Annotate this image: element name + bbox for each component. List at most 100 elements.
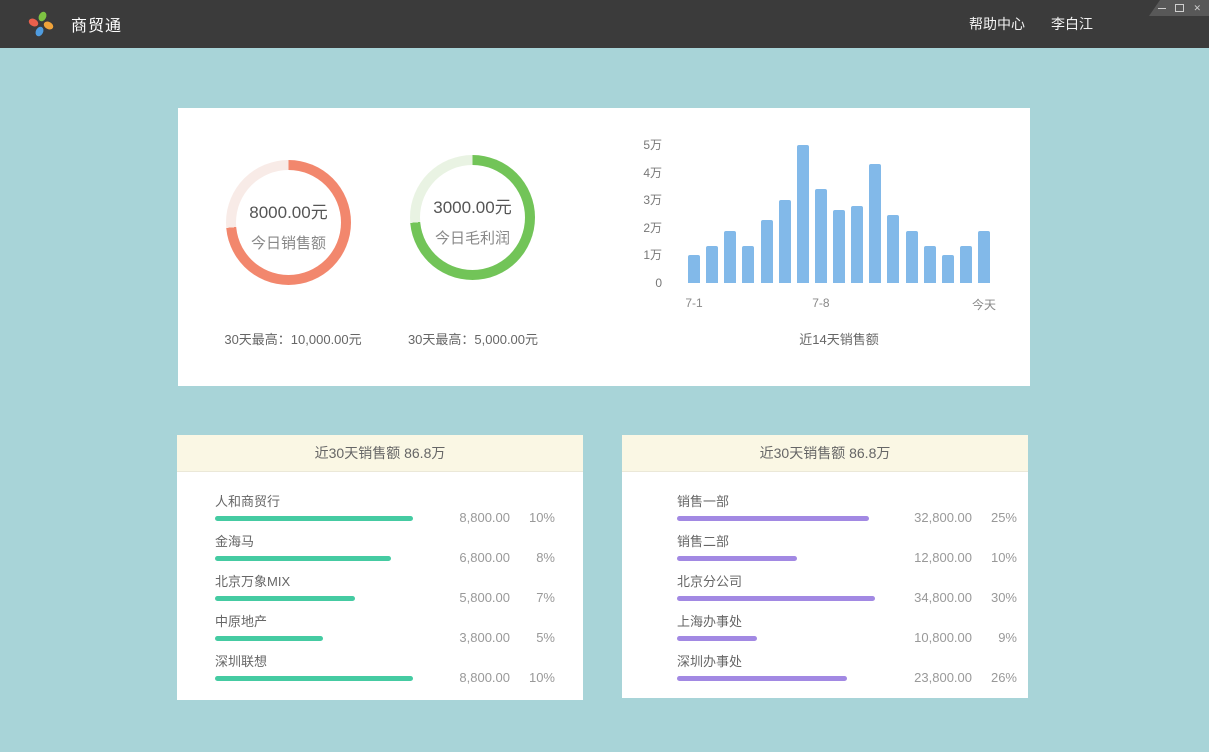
row-amount: 34,800.00 <box>877 590 972 605</box>
row-progress-bar <box>677 636 757 641</box>
x-axis-tick: 7-8 <box>812 296 829 310</box>
help-center-link[interactable]: 帮助中心 <box>969 14 1025 34</box>
user-menu[interactable]: 李白江 <box>1051 14 1093 34</box>
y-axis-tick: 1万 <box>643 249 662 261</box>
row-percent: 5% <box>510 630 555 645</box>
sales-by-customer-panel: 近30天销售额 86.8万 人和商贸行8,800.0010%金海马6,800.0… <box>177 435 583 700</box>
sales-14d-bar-chart: 5万 4万 3万 2万 1万 0 7-1 7-8 今天 近14天销售额 <box>608 138 1018 378</box>
row-percent: 30% <box>972 590 1017 605</box>
row-progress-bar <box>215 556 391 561</box>
row-name: 深圳联想 <box>215 654 415 670</box>
minimize-button[interactable] <box>1158 8 1166 9</box>
panel-row: 北京分公司34,800.0030% <box>622 574 1028 601</box>
panel-row: 人和商贸行8,800.0010% <box>177 494 583 521</box>
overview-card: 8000.00元 今日销售额 3000.00元 今日毛利润 30天最高：10,0… <box>178 108 1030 386</box>
bar-day-5 <box>761 220 773 284</box>
panel-header: 近30天销售额 86.8万 <box>177 435 583 472</box>
donut-label: 今日销售额 <box>251 232 326 253</box>
bar-day-1: 7-1 <box>688 255 700 283</box>
row-name: 金海马 <box>215 534 415 550</box>
row-progress-bar <box>677 516 869 521</box>
x-axis-tick: 7-1 <box>685 296 702 310</box>
donut-value: 8000.00元 <box>249 198 327 223</box>
titlebar-menu: 帮助中心 李白江 <box>969 0 1093 48</box>
y-axis-tick: 3万 <box>643 194 662 206</box>
bar-day-15 <box>942 255 954 283</box>
y-axis-tick: 4万 <box>643 167 662 179</box>
panel-row: 深圳办事处23,800.0026% <box>622 654 1028 681</box>
app-window: 商贸通 帮助中心 李白江 ✕ 8000.00元 今日销售额 3000.00元 今… <box>0 0 1209 752</box>
bar-day-2 <box>706 246 718 283</box>
row-amount: 8,800.00 <box>415 510 510 525</box>
bar-day-14 <box>924 246 936 283</box>
window-controls: ✕ <box>1149 0 1209 16</box>
bar-day-17: 今天 <box>978 231 990 283</box>
bar-day-13 <box>906 231 918 283</box>
row-name: 北京万象MIX <box>215 574 415 590</box>
bar-day-3 <box>724 231 736 283</box>
bar-chart-title: 近14天销售额 <box>688 329 990 348</box>
row-amount: 23,800.00 <box>877 670 972 685</box>
row-name: 上海办事处 <box>677 614 877 630</box>
panel-rows: 人和商贸行8,800.0010% 金海马6,800.008% 北京万象MIX5,80… <box>177 472 583 681</box>
donut-footnote-profit-max: 30天最高：5,000.00元 <box>358 329 588 348</box>
y-axis-tick: 2万 <box>643 222 662 234</box>
close-button[interactable]: ✕ <box>1193 4 1201 13</box>
bar-day-4 <box>742 246 754 283</box>
y-axis-tick: 5万 <box>643 139 662 151</box>
bar-day-16 <box>960 246 972 283</box>
row-progress-bar <box>677 556 797 561</box>
bar-day-8: 7-8 <box>815 189 827 283</box>
row-percent: 10% <box>972 550 1017 565</box>
row-name: 中原地产 <box>215 614 415 630</box>
row-amount: 10,800.00 <box>877 630 972 645</box>
y-axis-tick: 0 <box>655 277 662 289</box>
row-progress-bar <box>215 516 413 521</box>
row-name: 销售二部 <box>677 534 877 550</box>
panel-row: 深圳联想8,800.0010% <box>177 654 583 681</box>
row-progress-bar <box>215 636 323 641</box>
row-progress-bar <box>215 596 355 601</box>
panel-row: 上海办事处10,800.009% <box>622 614 1028 641</box>
x-axis-tick: 今天 <box>972 296 996 313</box>
sales-by-department-panel: 近30天销售额 86.8万 销售一部32,800.0025% 销售二部12,800… <box>622 435 1028 698</box>
donut-value: 3000.00元 <box>433 193 511 218</box>
row-amount: 6,800.00 <box>415 550 510 565</box>
panel-header: 近30天销售额 86.8万 <box>622 435 1028 472</box>
row-percent: 25% <box>972 510 1017 525</box>
row-name: 销售一部 <box>677 494 877 510</box>
row-progress-bar <box>677 596 875 601</box>
row-amount: 12,800.00 <box>877 550 972 565</box>
bar-day-11 <box>869 164 881 283</box>
bar-day-9 <box>833 210 845 283</box>
row-percent: 7% <box>510 590 555 605</box>
row-percent: 9% <box>972 630 1017 645</box>
row-amount: 3,800.00 <box>415 630 510 645</box>
row-name: 深圳办事处 <box>677 654 877 670</box>
donut-label: 今日毛利润 <box>435 227 510 248</box>
row-name: 人和商贸行 <box>215 494 415 510</box>
donut-chart-today-sales: 8000.00元 今日销售额 <box>226 160 351 285</box>
bar-chart-y-axis: 5万 4万 3万 2万 1万 0 <box>608 138 662 298</box>
titlebar-brand: 商贸通 <box>26 0 122 48</box>
panel-row: 金海马6,800.008% <box>177 534 583 561</box>
app-title: 商贸通 <box>71 12 122 36</box>
panel-row: 销售一部32,800.0025% <box>622 494 1028 521</box>
bar-chart-plot: 7-1 7-8 今天 <box>688 145 990 283</box>
panel-row: 中原地产3,800.005% <box>177 614 583 641</box>
app-logo-pinwheel-icon <box>26 9 56 39</box>
row-percent: 10% <box>510 510 555 525</box>
row-progress-bar <box>677 676 847 681</box>
bar-day-6 <box>779 200 791 283</box>
row-percent: 26% <box>972 670 1017 685</box>
bar-day-7 <box>797 145 809 283</box>
maximize-button[interactable] <box>1175 4 1184 12</box>
titlebar: 商贸通 帮助中心 李白江 ✕ <box>0 0 1209 48</box>
panel-rows: 销售一部32,800.0025% 销售二部12,800.0010% 北京分公司34,… <box>622 472 1028 681</box>
row-amount: 8,800.00 <box>415 670 510 685</box>
row-name: 北京分公司 <box>677 574 877 590</box>
row-percent: 10% <box>510 670 555 685</box>
row-amount: 5,800.00 <box>415 590 510 605</box>
row-percent: 8% <box>510 550 555 565</box>
row-amount: 32,800.00 <box>877 510 972 525</box>
